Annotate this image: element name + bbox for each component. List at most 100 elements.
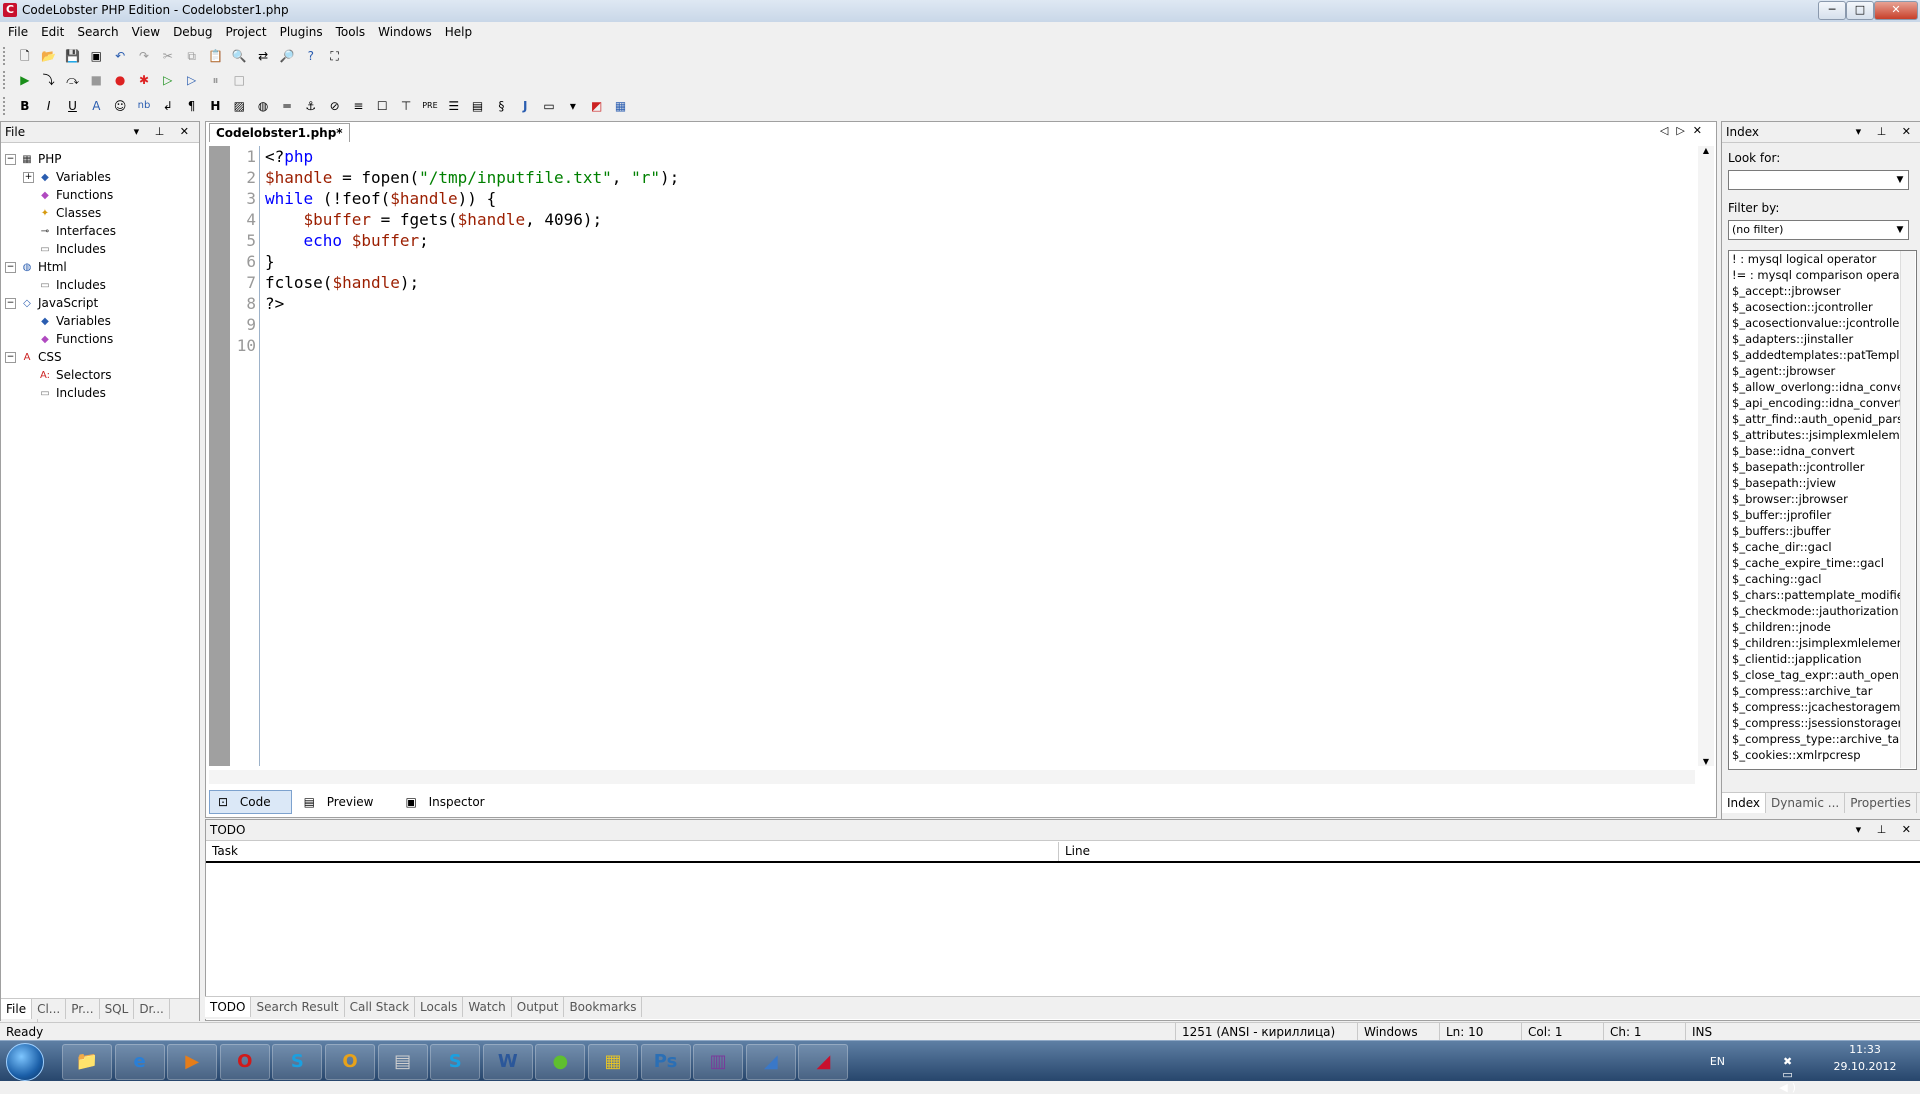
tree-node[interactable]: ▭ Includes [5, 384, 116, 402]
menu-help[interactable]: Help [440, 22, 477, 39]
minimize-button[interactable]: ─ [1818, 1, 1846, 20]
expand-toggle-icon[interactable]: − [5, 298, 16, 309]
index-item[interactable]: $_compress_type::archive_tar [1729, 731, 1916, 747]
app-blue-icon[interactable]: ◢ [745, 1044, 796, 1080]
list-icon[interactable]: ☰ [445, 97, 463, 115]
code-line[interactable]: <?php [265, 146, 679, 167]
codelobster-icon[interactable]: ◢ [798, 1044, 849, 1080]
menu-windows[interactable]: Windows [373, 22, 437, 39]
italic-icon[interactable]: I [40, 97, 58, 115]
save-icon[interactable]: 💾 [63, 47, 81, 65]
stop-icon[interactable]: ■ [87, 71, 105, 89]
code-line[interactable]: } [265, 251, 679, 272]
tab-todo[interactable]: TODO [205, 997, 252, 1017]
paste-icon[interactable]: 📋 [206, 47, 224, 65]
tab-sql[interactable]: SQL [100, 999, 135, 1019]
tree-node[interactable]: ◆ Variables [5, 312, 116, 330]
tab-dr[interactable]: Dr... [134, 999, 170, 1019]
ie-icon[interactable]: e [114, 1044, 165, 1080]
column-task[interactable]: Task [206, 842, 1059, 861]
explorer-icon[interactable]: 📁 [62, 1044, 112, 1080]
horizontal-rule-icon[interactable]: ═ [278, 97, 296, 115]
nobreak-icon[interactable]: nb [135, 97, 153, 115]
index-item[interactable]: $_basepath::jview [1729, 475, 1916, 491]
css-icon[interactable]: § [492, 97, 510, 115]
scroll-down-icon[interactable]: ▼ [1698, 757, 1714, 766]
tab-call-stack[interactable]: Call Stack [345, 997, 416, 1017]
frame-icon[interactable]: ▦ [612, 97, 630, 115]
winrar-icon[interactable]: ▥ [693, 1044, 744, 1080]
javascript-icon[interactable]: J [516, 97, 534, 115]
menu-project[interactable]: Project [221, 22, 272, 39]
word-icon[interactable]: W [482, 1044, 533, 1080]
menu-view[interactable]: View [127, 22, 165, 39]
image-icon[interactable]: ▨ [230, 97, 248, 115]
code-line[interactable]: $handle = fopen("/tmp/inputfile.txt", "r… [265, 167, 679, 188]
code-line[interactable]: fclose($handle); [265, 272, 679, 293]
find-in-files-icon[interactable]: 🔎 [278, 47, 296, 65]
expand-toggle-icon[interactable]: − [5, 352, 16, 363]
fullscreen-icon[interactable]: ⛶ [326, 47, 344, 65]
expand-toggle-icon[interactable]: − [5, 154, 16, 165]
tab-locals[interactable]: Locals [415, 997, 464, 1017]
clear-breakpoints-icon[interactable]: ✱ [135, 71, 153, 89]
tab-output[interactable]: Output [512, 997, 565, 1017]
index-item[interactable]: $_caching::gacl [1729, 571, 1916, 587]
tree-node[interactable]: − ◇ JavaScript [5, 294, 116, 312]
breakpoint-icon[interactable]: ● [111, 71, 129, 89]
expand-toggle-icon[interactable]: + [23, 172, 34, 183]
index-item[interactable]: $_compress::jcachestorageme [1729, 699, 1916, 715]
save-all-icon[interactable]: ▣ [87, 47, 105, 65]
index-item[interactable]: ! : mysql logical operator [1729, 251, 1916, 267]
pause-icon[interactable]: ⏸ [206, 71, 224, 89]
code-area[interactable]: <?php $handle = fopen("/tmp/inputfile.txt… [265, 146, 679, 356]
tab-preview[interactable]: ▤ Preview [296, 791, 394, 813]
run-to-cursor-icon[interactable]: ▷ [183, 71, 201, 89]
form-icon[interactable]: ▤ [469, 97, 487, 115]
index-item[interactable]: $_compress::jsessionstoragem [1729, 715, 1916, 731]
index-item[interactable]: $_acosectionvalue::jcontroller [1729, 315, 1916, 331]
index-item[interactable]: $_accept::jbrowser [1729, 283, 1916, 299]
align-center-icon[interactable]: ≡ [349, 97, 367, 115]
code-line[interactable] [265, 335, 679, 356]
panel-controls[interactable]: ▾ ⊥ ✕ [1856, 122, 1917, 142]
code-line[interactable]: while (!feof($handle)) { [265, 188, 679, 209]
tree-node[interactable]: − ▦ PHP [5, 150, 116, 168]
tab-pr[interactable]: Pr... [66, 999, 100, 1019]
menu-debug[interactable]: Debug [168, 22, 217, 39]
replace-icon[interactable]: ⇄ [254, 47, 272, 65]
anchor-icon[interactable]: ⚓ [302, 97, 320, 115]
stop-debug-icon[interactable]: □ [230, 71, 248, 89]
index-item[interactable]: $_close_tag_expr::auth_openid [1729, 667, 1916, 683]
index-item[interactable]: $_basepath::jcontroller [1729, 459, 1916, 475]
index-item[interactable]: $_children::jnode [1729, 619, 1916, 635]
start-button[interactable] [6, 1043, 44, 1081]
preformatted-icon[interactable]: PRE [421, 97, 439, 115]
tree-node[interactable]: ◆ Functions [5, 330, 116, 348]
input-icon[interactable]: ▭ [540, 97, 558, 115]
step-into-icon[interactable]: ⤵ [40, 71, 58, 89]
paragraph-icon[interactable]: ¶ [183, 97, 201, 115]
tray-icons[interactable]: ✖ ▭ ◀) [1779, 1055, 1800, 1094]
open-file-icon[interactable]: 📂 [40, 47, 58, 65]
tree-node[interactable]: ▭ Includes [5, 240, 116, 258]
index-item[interactable]: $_cache_expire_time::gacl [1729, 555, 1916, 571]
index-item[interactable]: $_cookies::xmlrpcresp [1729, 747, 1916, 763]
opera-icon[interactable]: O [219, 1044, 270, 1080]
tab-cl[interactable]: Cl... [32, 999, 67, 1019]
tree-node[interactable]: + ◆ Variables [5, 168, 116, 186]
index-item[interactable]: $_buffers::jbuffer [1729, 523, 1916, 539]
index-item[interactable]: $_api_encoding::idna_convert [1729, 395, 1916, 411]
menu-file[interactable]: File [3, 22, 33, 39]
code-line[interactable]: $buffer = fgets($handle, 4096); [265, 209, 679, 230]
index-item[interactable]: $_buffer::jprofiler [1729, 507, 1916, 523]
app-green-icon[interactable]: ● [535, 1044, 586, 1080]
code-line[interactable]: echo $buffer; [265, 230, 679, 251]
font-color-icon[interactable]: A [87, 97, 105, 115]
tab-nav-controls[interactable]: ◁▷✕ [1660, 124, 1710, 137]
index-item[interactable]: $_cache_dir::gacl [1729, 539, 1916, 555]
run-icon[interactable]: ▶ [16, 71, 34, 89]
index-item[interactable]: $_adapters::jinstaller [1729, 331, 1916, 347]
select-icon[interactable]: ▾ [564, 97, 582, 115]
menu-edit[interactable]: Edit [36, 22, 69, 39]
